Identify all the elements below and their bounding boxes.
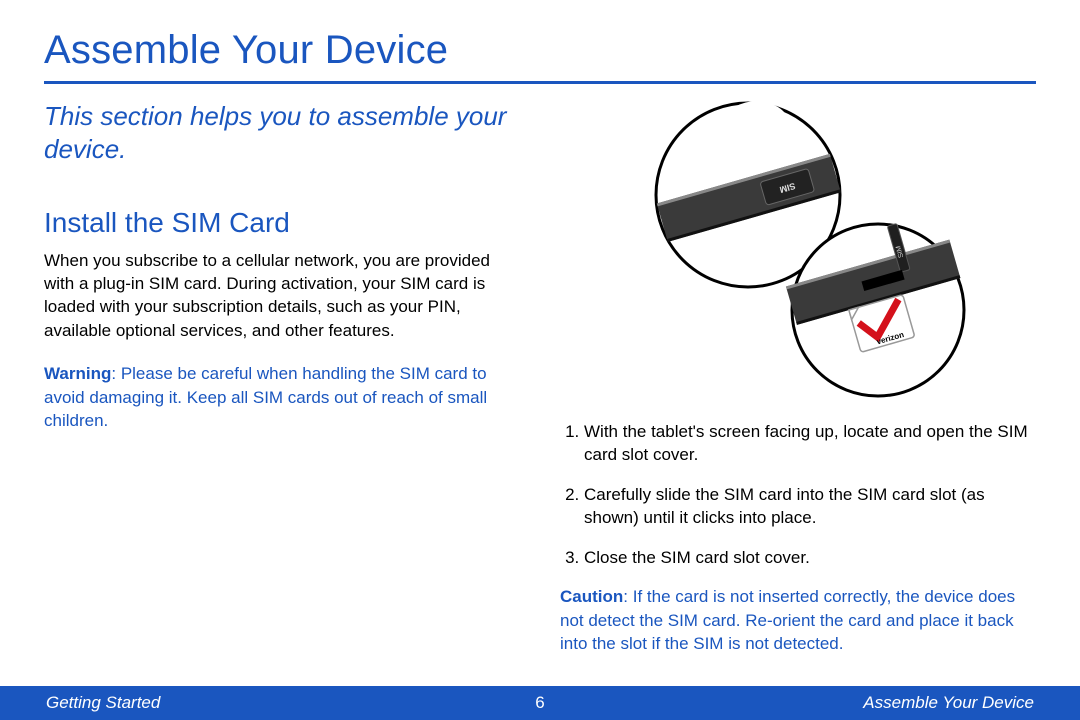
intro-text: This section helps you to assemble your … [44, 100, 520, 167]
page-footer: Getting Started 6 Assemble Your Device [0, 686, 1080, 720]
right-column: SIM SIM [560, 100, 1036, 656]
step-item: With the tablet's screen facing up, loca… [584, 420, 1036, 467]
page-title: Assemble Your Device [44, 28, 1036, 73]
sim-diagram-svg: SIM SIM [618, 100, 978, 400]
warning-text: : Please be careful when handling the SI… [44, 364, 487, 430]
warning-label: Warning [44, 364, 111, 383]
section-paragraph: When you subscribe to a cellular network… [44, 249, 520, 343]
footer-left: Getting Started [46, 693, 160, 713]
instruction-steps: With the tablet's screen facing up, loca… [560, 420, 1036, 569]
footer-page-number: 6 [535, 693, 544, 713]
footer-right: Assemble Your Device [863, 693, 1034, 713]
left-column: This section helps you to assemble your … [44, 100, 520, 656]
content-columns: This section helps you to assemble your … [44, 100, 1036, 656]
caution-text: : If the card is not inserted correctly,… [560, 587, 1015, 653]
sim-illustration: SIM SIM [560, 100, 1036, 400]
section-heading: Install the SIM Card [44, 207, 520, 239]
caution-label: Caution [560, 587, 623, 606]
step-item: Close the SIM card slot cover. [584, 546, 1036, 569]
step-item: Carefully slide the SIM card into the SI… [584, 483, 1036, 530]
caution-note: Caution: If the card is not inserted cor… [560, 585, 1036, 655]
title-rule [44, 81, 1036, 84]
warning-note: Warning: Please be careful when handling… [44, 362, 520, 432]
